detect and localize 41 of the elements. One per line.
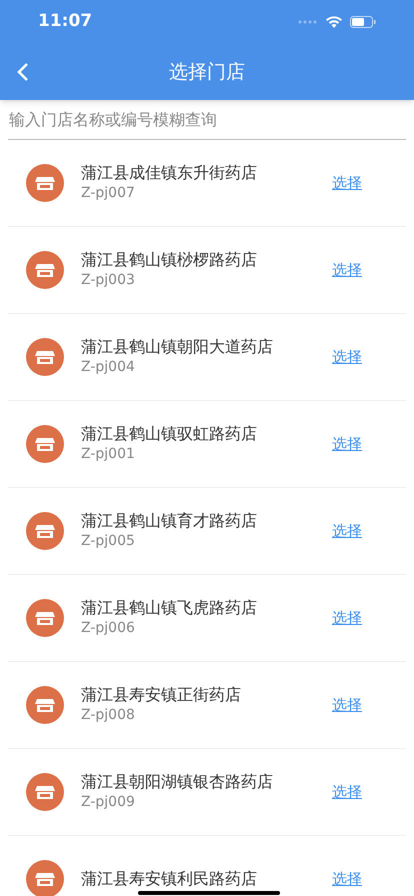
page-title: 选择门店 (169, 60, 245, 85)
status-time: 11:07 (38, 10, 92, 34)
search-field[interactable]: 输入门店名称或编号模糊查询 (8, 100, 406, 140)
signal-icon (298, 20, 318, 24)
select-link[interactable]: 选择 (332, 868, 362, 890)
wifi-icon (326, 16, 342, 28)
shop-icon (26, 425, 64, 463)
store-code: Z-pj009 (81, 793, 136, 812)
back-icon (17, 62, 29, 82)
store-name: 蒲江县成佳镇东升街药店 (81, 163, 257, 183)
store-code: Z-pj004 (81, 358, 136, 377)
shop-icon (26, 164, 64, 202)
select-link[interactable]: 选择 (332, 694, 362, 716)
store-code: Z-pj003 (81, 271, 136, 290)
store-code: Z-pj008 (81, 706, 136, 725)
select-link[interactable]: 选择 (332, 780, 362, 804)
shop-icon (26, 599, 64, 637)
store-name: 蒲江县朝阳湖镇银杏路药店 (81, 772, 273, 792)
store-code: Z-pj001 (81, 445, 136, 464)
store-code: Z-pj005 (81, 532, 136, 551)
shop-icon (26, 512, 64, 550)
store-name: 蒲江县鹤山镇桫椤路药店 (81, 250, 257, 270)
battery-icon (350, 16, 376, 28)
select-link[interactable]: 选择 (332, 606, 362, 630)
select-link[interactable]: 选择 (332, 520, 362, 542)
select-link[interactable]: 选择 (332, 172, 362, 194)
store-name: 蒲江县鹤山镇朝阳大道药店 (81, 337, 273, 357)
store-code: Z-pj007 (81, 184, 136, 203)
store-name: 蒲江县寿安镇利民路药店 (81, 869, 257, 889)
shop-icon (26, 251, 64, 289)
select-link[interactable]: 选择 (332, 432, 362, 456)
shop-icon (26, 773, 64, 811)
select-link[interactable]: 选择 (332, 346, 362, 368)
store-name: 蒲江县鹤山镇飞虎路药店 (81, 598, 257, 618)
shop-icon (26, 338, 64, 376)
store-name: 蒲江县鹤山镇驭虹路药店 (81, 424, 257, 444)
store-code: Z-pj006 (81, 619, 136, 638)
select-link[interactable]: 选择 (332, 258, 362, 282)
store-name: 蒲江县寿安镇正街药店 (81, 685, 241, 705)
store-name: 蒲江县鹤山镇育才路药店 (81, 511, 257, 531)
shop-icon (26, 686, 64, 724)
